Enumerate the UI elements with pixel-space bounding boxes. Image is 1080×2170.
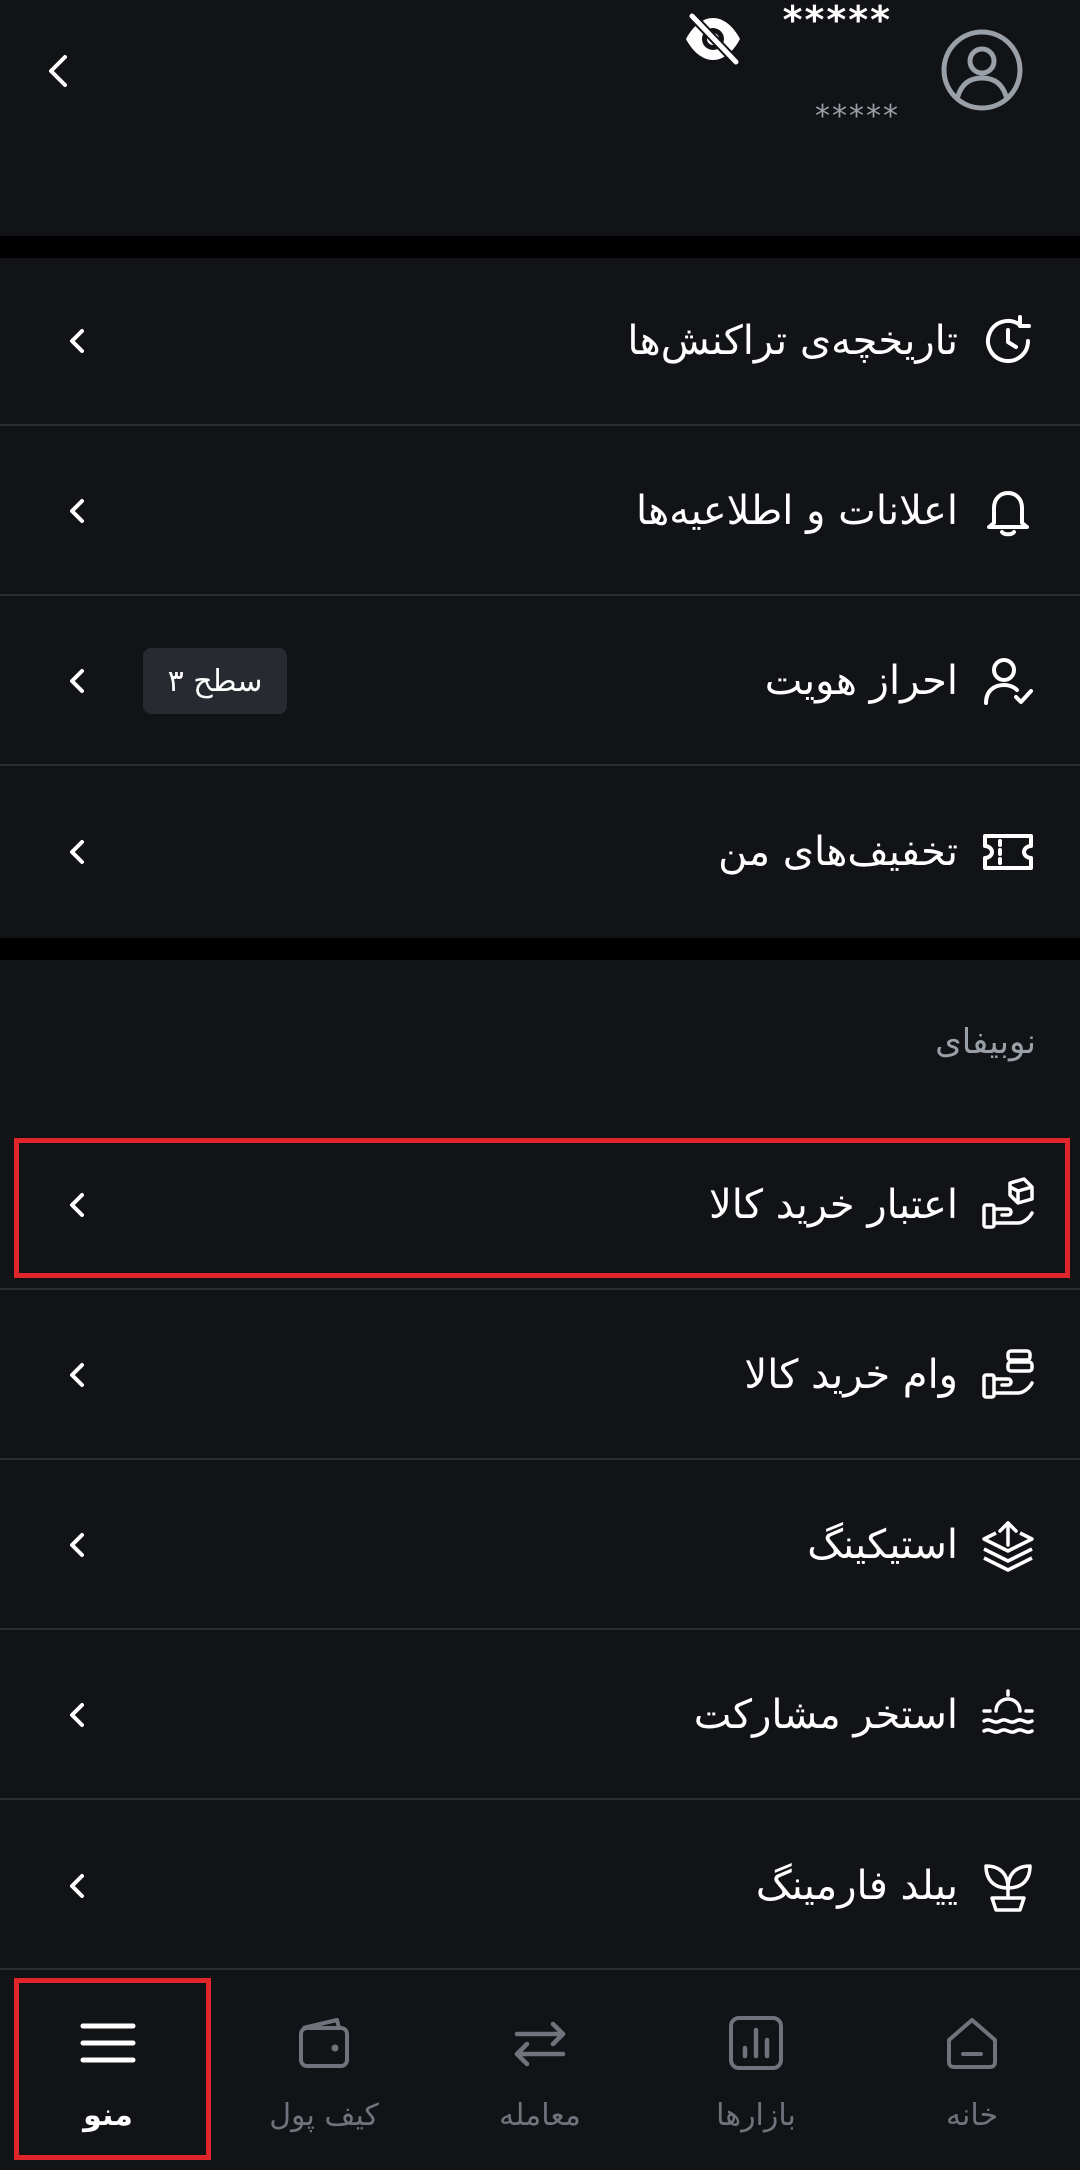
account-section: تاریخچه‌ی تراکنش‌ها اعلانات و اطلاعیه‌ها… xyxy=(0,258,1080,938)
home-icon xyxy=(947,2018,997,2069)
nav-label: معامله xyxy=(499,2098,581,2133)
pool-icon xyxy=(982,1689,1034,1734)
chevron-left-icon xyxy=(49,55,67,87)
nav-menu[interactable]: منو xyxy=(0,1970,216,2170)
menu-item-label: تاریخچه‌ی تراکنش‌ها xyxy=(627,318,958,364)
nav-label: خانه xyxy=(945,2098,999,2133)
username: ***** xyxy=(782,0,892,42)
chevron-left-icon xyxy=(70,1363,84,1387)
hand-box-icon xyxy=(982,1177,1034,1229)
menu-item-transaction-history[interactable]: تاریخچه‌ی تراکنش‌ها xyxy=(0,258,1080,426)
menu-item-yield-farming[interactable]: ییلد فارمینگ xyxy=(0,1802,1080,1970)
chevron-left-icon xyxy=(70,840,84,864)
profile-header: ***** ***** xyxy=(0,0,1080,236)
history-icon xyxy=(986,315,1031,363)
chevron-left-icon xyxy=(70,1874,84,1898)
nav-wallet[interactable]: کیف پول xyxy=(216,1970,432,2170)
menu-item-label: اعلانات و اطلاعیه‌ها xyxy=(635,488,958,534)
menu-item-label: تخفیف‌های من xyxy=(718,829,958,875)
menu-item-notifications[interactable]: اعلانات و اطلاعیه‌ها xyxy=(0,428,1080,596)
nav-trade[interactable]: معامله xyxy=(432,1970,648,2170)
menu-icon xyxy=(80,2023,136,2063)
eye-off-icon xyxy=(686,12,741,66)
ticket-icon xyxy=(983,834,1033,870)
menu-screen: ***** ***** تاریخچه‌ی تراکنش‌ها xyxy=(0,0,1080,2170)
menu-item-goods-loan[interactable]: وام خرید کالا xyxy=(0,1292,1080,1460)
kyc-level-badge: سطح ۳ xyxy=(143,648,287,714)
nav-label: کیف پول xyxy=(269,2098,379,2133)
nav-home[interactable]: خانه xyxy=(864,1970,1080,2170)
markets-icon xyxy=(729,2016,783,2070)
chevron-left-icon xyxy=(70,1533,84,1557)
bottom-navigation: منو کیف پول معامله بازارها خانه xyxy=(0,1968,1080,2170)
menu-item-my-discounts[interactable]: تخفیف‌های من xyxy=(0,768,1080,936)
menu-item-kyc[interactable]: احراز هویت سطح ۳ xyxy=(0,598,1080,766)
menu-item-label: ییلد فارمینگ xyxy=(755,1863,958,1909)
menu-item-label: احراز هویت xyxy=(764,658,958,704)
menu-item-label: وام خرید کالا xyxy=(744,1352,958,1398)
hide-balance-toggle[interactable] xyxy=(680,12,746,66)
bell-icon xyxy=(987,491,1029,537)
swap-icon xyxy=(514,2021,566,2067)
nav-label: منو xyxy=(83,2098,133,2133)
menu-item-staking[interactable]: استیکینگ xyxy=(0,1462,1080,1630)
sprout-icon xyxy=(984,1864,1032,1912)
chevron-left-icon xyxy=(70,329,84,353)
chevron-left-icon xyxy=(70,499,84,523)
chevron-left-icon xyxy=(70,669,84,693)
menu-item-liquidity-pool[interactable]: استخر مشارکت xyxy=(0,1632,1080,1800)
user-check-icon xyxy=(984,658,1033,705)
menu-item-label: استیکینگ xyxy=(807,1522,958,1568)
user-id: ***** xyxy=(815,99,900,134)
nobifi-section: نوبیفای اعتبار خرید کالا وام خرید کالا ا… xyxy=(0,960,1080,1975)
user-avatar-icon xyxy=(941,29,1023,111)
nav-markets[interactable]: بازارها xyxy=(648,1970,864,2170)
layers-up-icon xyxy=(982,1521,1034,1572)
chevron-left-icon xyxy=(70,1193,84,1217)
nav-label: بازارها xyxy=(716,2098,796,2133)
wallet-icon xyxy=(299,2018,349,2068)
section-title: نوبیفای xyxy=(935,1022,1036,1062)
menu-item-label: استخر مشارکت xyxy=(693,1692,958,1738)
menu-item-goods-credit[interactable]: اعتبار خرید کالا xyxy=(0,1122,1080,1290)
chevron-left-icon xyxy=(70,1703,84,1727)
menu-item-label: اعتبار خرید کالا xyxy=(708,1182,958,1228)
avatar[interactable] xyxy=(940,28,1024,112)
back-button[interactable] xyxy=(30,38,86,104)
hand-coins-icon xyxy=(982,1349,1034,1399)
